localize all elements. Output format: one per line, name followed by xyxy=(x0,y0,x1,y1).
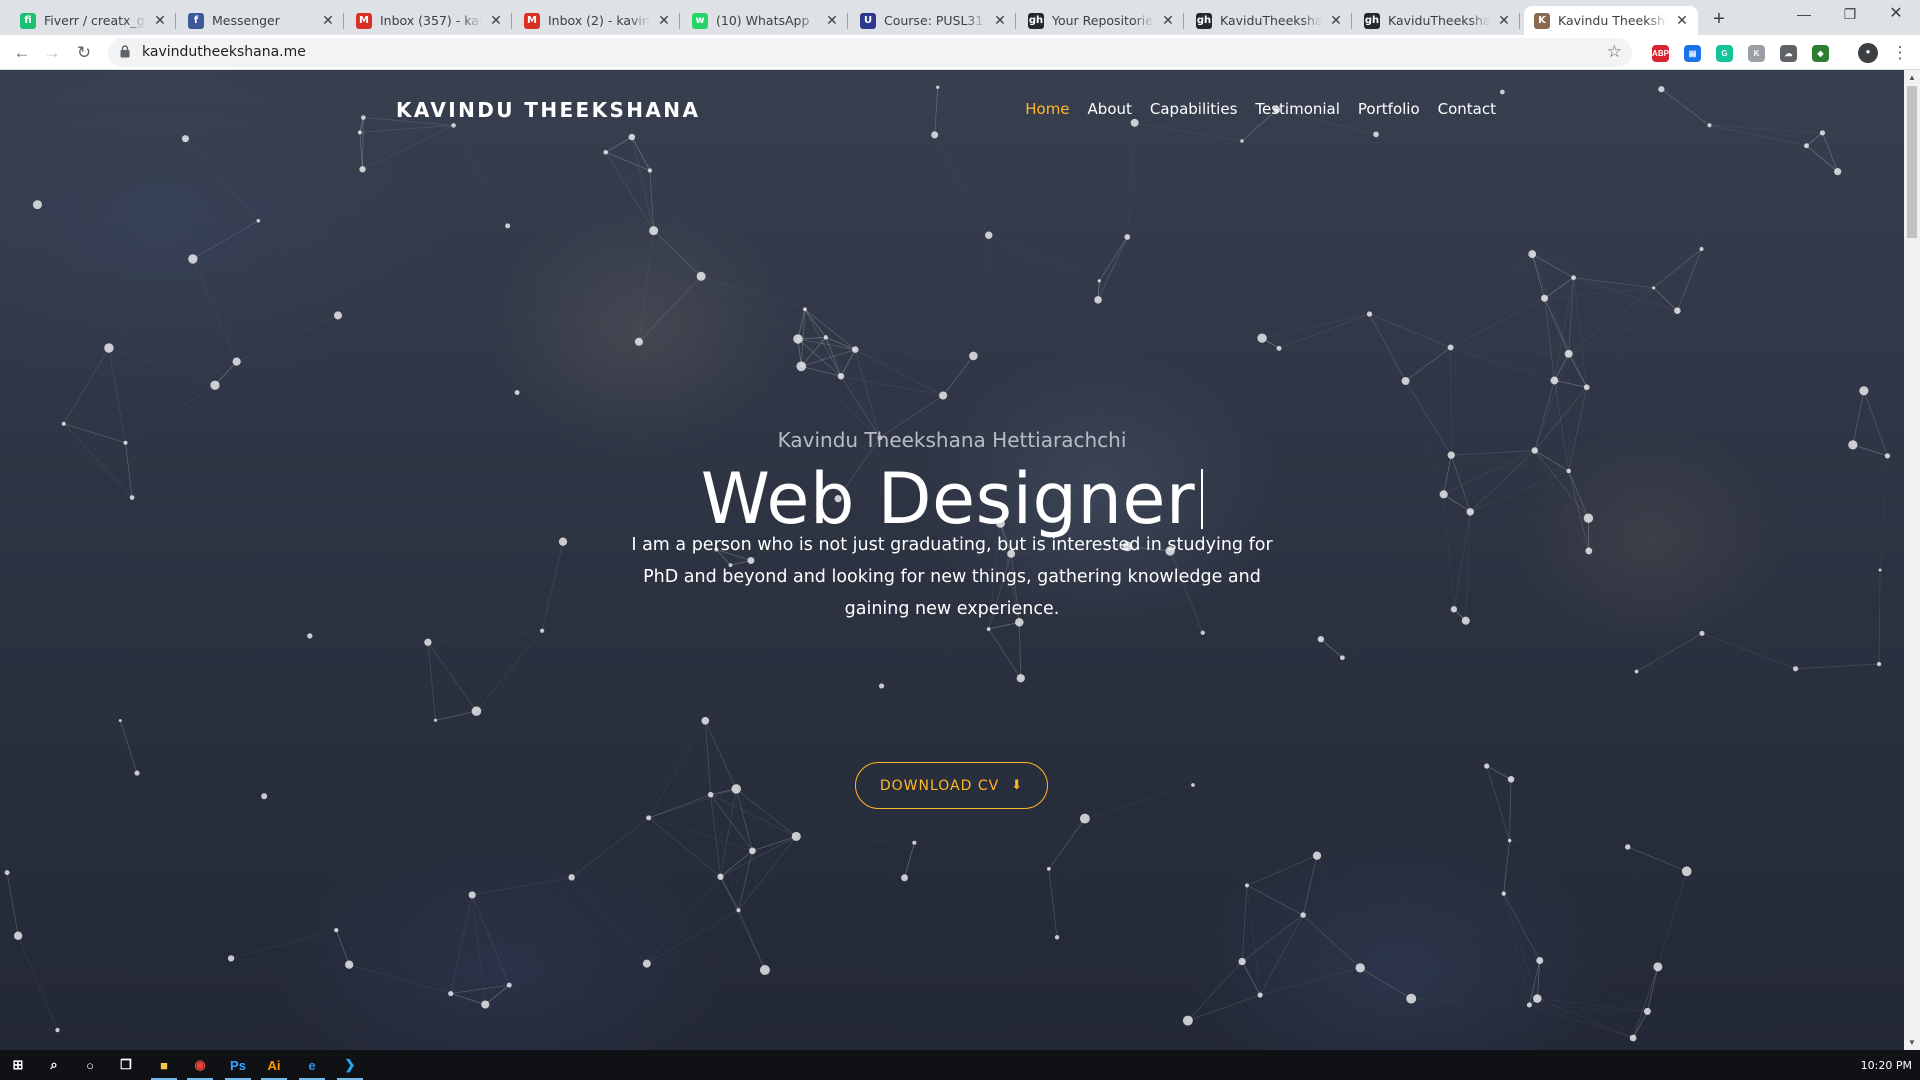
gmail-icon: M xyxy=(524,12,540,29)
tab-close-icon[interactable]: ✕ xyxy=(1674,13,1690,29)
tab-close-icon[interactable]: ✕ xyxy=(488,13,504,29)
tab-title: Messenger xyxy=(212,13,280,28)
grammarly-icon[interactable]: G xyxy=(1716,45,1733,62)
file-explorer-icon[interactable]: ■ xyxy=(146,1050,182,1080)
download-cv-button[interactable]: DOWNLOAD CV ⬇ xyxy=(855,762,1048,809)
browser-tab-strip: + — ❐ ✕ fiFiverr / creatx_graphics✕fMess… xyxy=(0,0,1920,35)
windows-taskbar: 10:20 PM ⊞ ⌕ ○ ❐ ■ ◉ Ps Ai e ❯ xyxy=(0,1050,1920,1080)
tab-separator xyxy=(847,13,848,29)
windows-start-icon[interactable]: ⊞ xyxy=(0,1050,36,1080)
lock-icon xyxy=(120,45,130,58)
profile-avatar-icon[interactable]: ● xyxy=(1858,43,1878,63)
hero-role-title: Web Designer xyxy=(0,458,1904,540)
reload-icon[interactable]: ↻ xyxy=(70,39,98,67)
photoshop-icon[interactable]: Ps xyxy=(220,1050,256,1080)
tab-close-icon[interactable]: ✕ xyxy=(656,13,672,29)
illustrator-icon[interactable]: Ai xyxy=(256,1050,292,1080)
url-text: kavindutheekshana.me xyxy=(142,44,306,60)
nav-portfolio[interactable]: Portfolio xyxy=(1358,100,1420,118)
tab-close-icon[interactable]: ✕ xyxy=(1328,13,1344,29)
tab-title: Your Repositories xyxy=(1052,13,1154,28)
facebook-icon: f xyxy=(188,12,204,29)
vpn-icon[interactable]: ◆ xyxy=(1812,45,1829,62)
back-arrow-icon[interactable]: ← xyxy=(8,39,36,67)
hero-description: I am a person who is not just graduating… xyxy=(631,535,1273,619)
hero-full-name: Kavindu Theekshana Hettiarachchi xyxy=(777,428,1127,452)
edge-icon[interactable]: e xyxy=(294,1050,330,1080)
close-icon[interactable]: ✕ xyxy=(1868,0,1920,30)
scroll-thumb[interactable] xyxy=(1907,86,1917,238)
github-icon: gh xyxy=(1196,12,1212,29)
browser-tab[interactable]: U Course: PUSL3110 A ✕ xyxy=(850,6,1016,35)
download-cv-label: DOWNLOAD CV xyxy=(879,777,1000,794)
scroll-down-arrow-icon[interactable]: ▼ xyxy=(1908,1038,1916,1047)
fiverr-icon: fi xyxy=(20,12,36,29)
task-view-icon[interactable]: ❐ xyxy=(108,1050,144,1080)
tab-title: Inbox (357) - kavindu xyxy=(380,13,482,28)
search-icon[interactable]: ⌕ xyxy=(36,1050,72,1080)
tab-close-icon[interactable]: ✕ xyxy=(824,13,840,29)
tab-separator xyxy=(343,13,344,29)
tab-separator xyxy=(175,13,176,29)
site-logo[interactable]: KAVINDU THEEKSHANA xyxy=(396,98,700,122)
tab-title: Kavindu Theekshana xyxy=(1558,13,1668,28)
nav-about[interactable]: About xyxy=(1088,100,1132,118)
tab-separator xyxy=(511,13,512,29)
browser-tab[interactable]: M Inbox (2) - kavindut ✕ xyxy=(514,6,680,35)
page-scrollbar[interactable]: ▲ ▼ xyxy=(1904,70,1920,1050)
browser-tab[interactable]: gh KaviduTheekshana ✕ xyxy=(1354,6,1520,35)
tab-separator xyxy=(1351,13,1352,29)
browser-toolbar: ← → ↻ kavindutheekshana.me ☆ ABP ▤ G K ☁ ◆ ● ⋮ xyxy=(0,35,1920,70)
tab-title: Fiverr / creatx_graphics xyxy=(44,13,146,28)
tab-separator xyxy=(1183,13,1184,29)
nav-testimonial[interactable]: Testimonial xyxy=(1255,100,1340,118)
tab-separator xyxy=(1015,13,1016,29)
github-icon: gh xyxy=(1028,12,1044,29)
site-avatar-icon: K xyxy=(1534,12,1550,29)
tab-close-icon[interactable]: ✕ xyxy=(1496,13,1512,29)
tab-close-icon[interactable]: ✕ xyxy=(320,13,336,29)
browser-tab[interactable]: f Messenger ✕ xyxy=(178,6,344,35)
extension-icon[interactable]: K xyxy=(1748,45,1765,62)
tab-title: Course: PUSL3110 A xyxy=(884,13,986,28)
nav-home[interactable]: Home xyxy=(1025,100,1069,118)
bookmark-star-icon[interactable]: ☆ xyxy=(1607,42,1622,62)
download-icon: ⬇ xyxy=(1011,778,1024,793)
tab-close-icon[interactable]: ✕ xyxy=(152,13,168,29)
save-icon[interactable]: ▤ xyxy=(1684,45,1701,62)
address-bar[interactable]: kavindutheekshana.me ☆ xyxy=(108,38,1632,67)
browser-menu-icon[interactable]: ⋮ xyxy=(1886,39,1914,67)
tab-separator xyxy=(679,13,680,29)
tab-separator xyxy=(1519,13,1520,29)
forward-arrow-icon[interactable]: → xyxy=(38,39,66,67)
whatsapp-icon: w xyxy=(692,12,708,29)
browser-tab[interactable]: gh Your Repositories ✕ xyxy=(1018,6,1184,35)
tab-title: (10) WhatsApp xyxy=(716,13,810,28)
vscode-icon[interactable]: ❯ xyxy=(332,1050,368,1080)
tab-close-icon[interactable]: ✕ xyxy=(992,13,1008,29)
nav-capabilities[interactable]: Capabilities xyxy=(1150,100,1238,118)
site-nav: Home About Capabilities Testimonial Port… xyxy=(1007,100,1496,118)
taskbar-clock[interactable]: 10:20 PM xyxy=(1861,1059,1912,1072)
browser-tab[interactable]: gh KaviduTheekshana ✕ xyxy=(1186,6,1352,35)
browser-tab[interactable]: w (10) WhatsApp ✕ xyxy=(682,6,848,35)
cortana-icon[interactable]: ○ xyxy=(72,1050,108,1080)
chrome-icon[interactable]: ◉ xyxy=(182,1050,218,1080)
github-icon: gh xyxy=(1364,12,1380,29)
nav-contact[interactable]: Contact xyxy=(1438,100,1496,118)
page-viewport: KAVINDU THEEKSHANA Home About Capabiliti… xyxy=(0,70,1904,1050)
browser-tab[interactable]: M Inbox (357) - kavindu ✕ xyxy=(346,6,512,35)
adblock-icon[interactable]: ABP xyxy=(1652,45,1669,62)
tab-title: KaviduTheekshana xyxy=(1388,13,1490,28)
browser-tab[interactable]: fi Fiverr / creatx_graphics ✕ xyxy=(10,6,176,35)
tab-title: KaviduTheekshana xyxy=(1220,13,1322,28)
cloud-icon[interactable]: ☁ xyxy=(1780,45,1797,62)
new-tab-button[interactable]: + xyxy=(1706,6,1732,32)
tab-title: Inbox (2) - kavindut xyxy=(548,13,650,28)
browser-tab[interactable]: K Kavindu Theekshana ✕ xyxy=(1524,6,1698,35)
tab-close-icon[interactable]: ✕ xyxy=(1160,13,1176,29)
university-icon: U xyxy=(860,12,876,29)
scroll-up-arrow-icon[interactable]: ▲ xyxy=(1908,73,1916,82)
gmail-icon: M xyxy=(356,12,372,29)
